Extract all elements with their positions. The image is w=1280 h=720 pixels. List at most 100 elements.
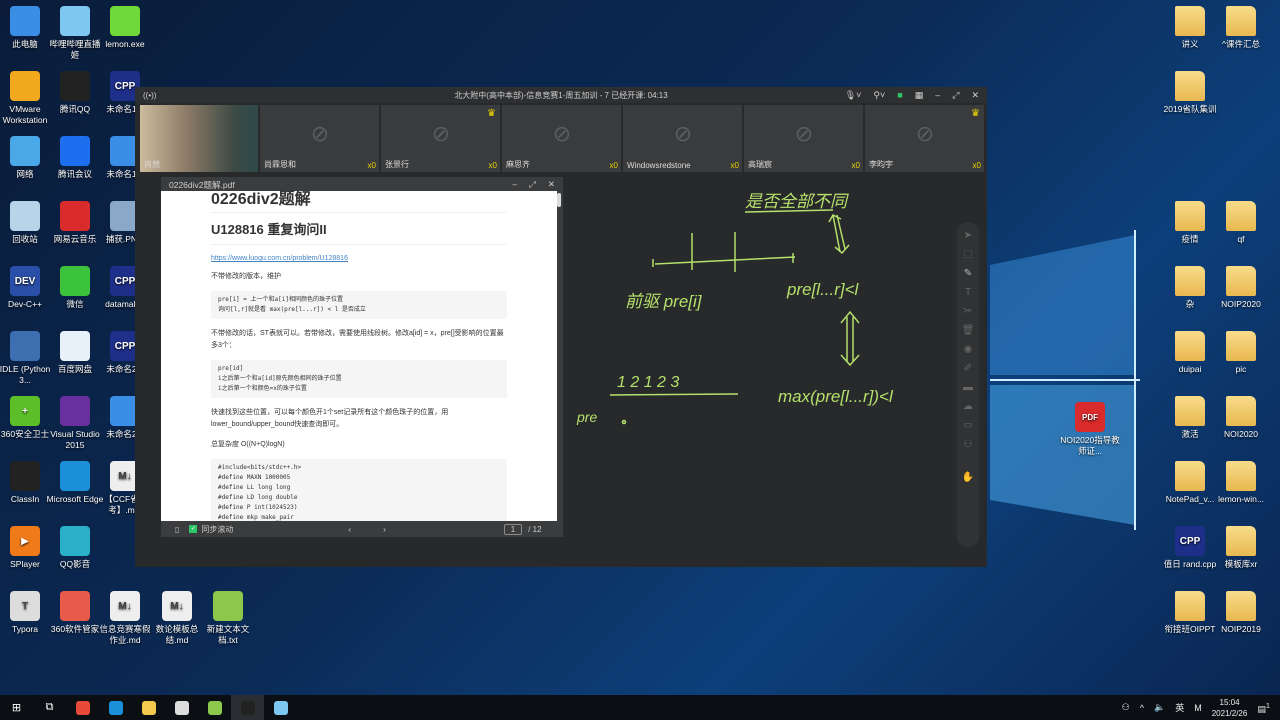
desktop-icon[interactable]: NOIP2020 <box>1212 266 1270 310</box>
desktop-icon[interactable]: M↓ 数论模板总结.md <box>148 591 206 646</box>
scissors-tool-icon[interactable]: ✂ <box>964 306 972 317</box>
desktop-icon[interactable]: ^课件汇总 <box>1212 6 1270 50</box>
select-tool-icon[interactable]: ⬚ <box>963 249 972 260</box>
desktop-icon[interactable]: NotePad_v... <box>1161 461 1219 505</box>
desktop-icon-pdf[interactable]: PDF NOI2020指导教师证... <box>1060 402 1120 457</box>
pdf-close-button[interactable]: ✕ <box>548 179 555 189</box>
camera-off-icon: ⊘ <box>431 121 451 146</box>
desktop-icon[interactable]: 杂 <box>1161 266 1219 310</box>
start-button[interactable]: ⊞ <box>0 695 33 720</box>
page-number-input[interactable]: 1 <box>503 523 523 535</box>
participant-tile[interactable]: ⊘ Windowsredstone x0 <box>623 105 742 172</box>
desktop-icon[interactable]: NOIP2019 <box>1212 591 1270 635</box>
pdf-maximize-button[interactable]: ⤢ <box>529 179 536 189</box>
desktop-icon[interactable]: M↓ 信息竞赛寒假作业.md <box>96 591 154 646</box>
app-icon: ▶ <box>10 526 40 556</box>
app-icon: M↓ <box>162 591 192 621</box>
windows-logo-wallpaper <box>990 230 1140 530</box>
desktop-icon[interactable]: qf <box>1212 201 1270 245</box>
app-icon: + <box>10 396 40 426</box>
desktop-icon[interactable]: CPP 值日 rand.cpp <box>1161 526 1219 570</box>
participant-tile[interactable]: ⊘ 尚霖恩和 x0 <box>260 105 379 172</box>
desktop-icon[interactable]: QQ影音 <box>46 526 104 570</box>
participant-tile[interactable]: ⊘ 麻思齐 x0 <box>502 105 621 172</box>
record-icon[interactable]: ■ <box>897 90 902 101</box>
taskbar-typora[interactable] <box>165 695 198 720</box>
taskbar-edge[interactable] <box>99 695 132 720</box>
desktop-icon-label: 信息竞赛寒假作业.md <box>99 624 151 645</box>
participant-name: 李昀宇 <box>869 160 893 169</box>
app-icon <box>10 71 40 101</box>
problem-link[interactable]: https://www.luogu.com.cn/problem/U128816 <box>211 255 507 262</box>
people-icon[interactable]: ⚇ <box>1122 702 1130 713</box>
tray-expand-icon[interactable]: ^ <box>1140 703 1144 713</box>
participant-tile[interactable]: ⊘ 李昀宇 x0 ♛ <box>865 105 984 172</box>
desktop-icon[interactable]: lemon.exe <box>96 6 154 50</box>
maximize-button[interactable]: ⤢ <box>952 90 959 101</box>
desktop-icon[interactable]: duipai <box>1161 331 1219 375</box>
cloud-icon[interactable]: ☁ <box>963 401 973 412</box>
doc-title: 0226div2题解 <box>211 191 507 213</box>
trophy-count: x0 <box>488 161 497 170</box>
taskbar-file-explorer[interactable] <box>132 695 165 720</box>
edit-icon[interactable]: ✐ <box>964 363 972 374</box>
pdf-minimize-button[interactable]: – <box>512 179 517 189</box>
problem-title: U128816 重复询问II <box>211 219 507 245</box>
desktop-icon[interactable]: 衔接班OIPPT <box>1161 591 1219 635</box>
desktop-icon[interactable]: 模板库xr <box>1212 526 1270 570</box>
desktop-icon-label: pic <box>1235 364 1247 374</box>
ime-indicator[interactable]: 英 <box>1175 701 1184 714</box>
layout-icon[interactable]: ▦ <box>915 90 924 101</box>
pen-tool-icon[interactable]: ✎ <box>964 268 972 279</box>
task-view-button[interactable]: ⧉ <box>33 695 66 720</box>
sidebar-toggle-icon[interactable]: ▯ <box>175 525 179 534</box>
taskbar-chrome[interactable] <box>66 695 99 720</box>
desktop-icon[interactable]: lemon-win... <box>1212 461 1270 505</box>
desktop-icon[interactable]: 讲义 <box>1161 6 1219 50</box>
text-tool-icon[interactable]: T <box>965 287 971 298</box>
trash-icon[interactable]: 🗑 <box>962 325 975 336</box>
hand-raise-icon[interactable]: ✋ <box>962 472 974 483</box>
sync-scroll-checkbox[interactable]: ✓ <box>189 525 198 533</box>
desktop-icon[interactable]: 激活 <box>1161 396 1219 440</box>
pdf-icon: PDF <box>1075 402 1105 432</box>
participant-tile[interactable]: ⊘ 高瑞宸 x0 <box>744 105 863 172</box>
whiteboard[interactable]: 是否全部不同 前驱 pre[i] pre[l...r]<l max(pre[l.… <box>565 177 987 567</box>
pointer-tool-icon[interactable]: ➤ <box>964 230 972 241</box>
clock[interactable]: 15:04 2021/2/26 <box>1212 697 1248 719</box>
users-icon[interactable]: ⚇ <box>964 439 973 450</box>
chat-icon[interactable]: ▬ <box>963 382 973 393</box>
handwriting-note: pre[l...r]<l <box>786 280 860 299</box>
folder-icon <box>1175 6 1205 36</box>
microphone-dropdown[interactable]: 🎙˅ <box>845 90 862 101</box>
minimize-button[interactable]: – <box>935 90 940 101</box>
clock-time: 15:04 <box>1219 697 1240 707</box>
participant-tile[interactable]: ⊘ 张景行 x0 ♛ <box>381 105 500 172</box>
next-page-button[interactable]: › <box>383 525 386 534</box>
toolbox-icon[interactable]: ▭ <box>963 420 972 431</box>
prev-page-button[interactable]: ‹ <box>348 525 351 534</box>
taskbar-bilibili-live[interactable] <box>264 695 297 720</box>
speaker-dropdown[interactable]: ⚲˅ <box>873 90 885 101</box>
taskbar-notepad[interactable] <box>198 695 231 720</box>
notification-center-icon[interactable]: ▤1 <box>1257 701 1270 715</box>
desktop-icon[interactable]: 疫情 <box>1161 201 1219 245</box>
file-explorer-icon <box>141 700 156 715</box>
camera-icon[interactable]: ◉ <box>964 344 973 355</box>
system-tray: ⚇ ^ 🔈 英 M 15:04 2021/2/26 ▤1 <box>1122 695 1280 720</box>
desktop-icon[interactable]: 新建文本文档.txt <box>199 591 257 646</box>
app-icon: DEV <box>10 266 40 296</box>
volume-icon[interactable]: 🔈 <box>1154 702 1165 713</box>
taskbar-classin[interactable] <box>231 695 264 720</box>
ime-mode-icon[interactable]: M <box>1194 703 1202 713</box>
desktop-icon[interactable]: 2019省队集训 <box>1161 71 1219 115</box>
close-button[interactable]: ✕ <box>971 90 979 101</box>
camera-off-icon: ⊘ <box>794 121 814 146</box>
pdf-scrollbar[interactable] <box>557 193 561 207</box>
desktop-icon[interactable]: NOI2020 <box>1212 396 1270 440</box>
teacher-video[interactable]: 肖然 <box>140 105 258 172</box>
paragraph: 快速找到这些位置，可以每个颜色开1个set记录所有这个颜色珠子的位置，用lowe… <box>211 409 449 428</box>
desktop-icon-label: lemon.exe <box>105 39 145 49</box>
desktop-icon[interactable]: pic <box>1212 331 1270 375</box>
trophy-count: x0 <box>730 161 739 170</box>
